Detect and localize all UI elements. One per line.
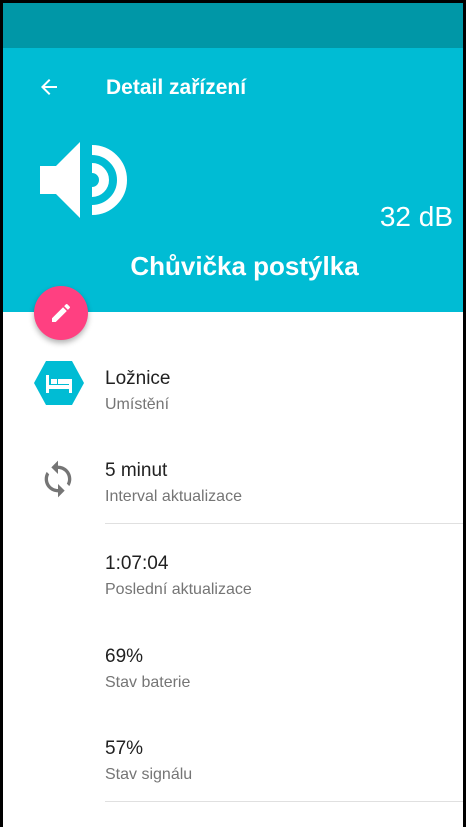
- sync-icon: [44, 460, 72, 498]
- divider: [105, 801, 463, 802]
- sound-level: 32 dB: [379, 201, 453, 232]
- device-header: Detail zařízení 32 dB Chůvička postýlka: [3, 48, 463, 312]
- battery-label: Stav baterie: [105, 674, 191, 691]
- edit-button[interactable]: [34, 286, 88, 340]
- interval-value: 5 minut: [105, 460, 168, 481]
- interval-label: Interval aktualizace: [105, 488, 242, 505]
- last-update-value: 1:07:04: [105, 553, 169, 574]
- device-name: Chůvička postýlka: [130, 251, 359, 281]
- status-bar: [3, 3, 463, 48]
- back-button[interactable]: [31, 69, 67, 105]
- last-update-label: Poslední aktualizace: [105, 581, 252, 598]
- arrow-left-icon: [41, 79, 57, 95]
- battery-value: 69%: [105, 646, 144, 667]
- location-label: Umístění: [105, 396, 170, 413]
- bed-icon: [34, 361, 84, 405]
- location-value: Ložnice: [105, 368, 171, 389]
- page-title: Detail zařízení: [106, 76, 247, 99]
- signal-label: Stav signálu: [105, 766, 193, 783]
- divider: [105, 523, 463, 524]
- app-screen: Detail zařízení 32 dB Chůvička postýlka …: [3, 3, 463, 827]
- pencil-icon: [52, 303, 71, 322]
- signal-value: 57%: [105, 738, 144, 759]
- speaker-icon: [40, 142, 127, 218]
